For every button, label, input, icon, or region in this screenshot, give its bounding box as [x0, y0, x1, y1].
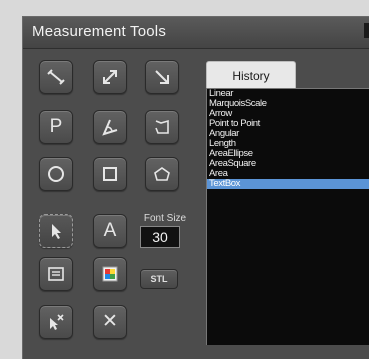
area-square-button[interactable]: [93, 157, 127, 191]
color-picker-button[interactable]: [93, 257, 127, 291]
angular-tool-button[interactable]: [93, 110, 127, 144]
tab-history[interactable]: History: [206, 61, 296, 89]
font-size-input[interactable]: 30: [140, 226, 180, 248]
stl-button[interactable]: STL: [140, 269, 178, 289]
list-item[interactable]: AreaSquare: [207, 159, 369, 169]
select-tool-button[interactable]: [39, 214, 73, 248]
arrow-tool-button[interactable]: [145, 60, 179, 94]
linear-line-icon: [47, 69, 65, 85]
double-arrow-icon: [103, 70, 117, 84]
cursor-arrow-icon: [52, 224, 61, 239]
area-ellipse-button[interactable]: [39, 157, 73, 191]
history-list[interactable]: Linear MarquoisScale Arrow Point to Point An…: [206, 88, 369, 345]
cursor-delete-icon: [50, 314, 64, 330]
arrow-down-right-icon: [155, 70, 169, 84]
font-size-label: Font Size: [143, 213, 187, 224]
text-tool-button[interactable]: A: [93, 214, 127, 248]
history-tab-label: History: [232, 69, 270, 83]
measurement-tools-panel: Measurement Tools P A Font Size 30 STL ✕…: [22, 16, 369, 359]
pentagon-icon: [154, 167, 170, 181]
scale-measure-button[interactable]: [93, 60, 127, 94]
text-tool-label: A: [103, 220, 117, 241]
delete-measurement-button[interactable]: [39, 305, 73, 339]
clear-all-button[interactable]: ✕: [93, 305, 127, 339]
title-bar-control[interactable]: [364, 23, 369, 38]
close-icon: ✕: [102, 311, 118, 332]
title-bar: Measurement Tools: [23, 17, 369, 49]
circle-icon: [48, 166, 64, 182]
point-to-point-button[interactable]: P: [39, 110, 73, 144]
linear-measure-button[interactable]: [39, 60, 73, 94]
textbox-tool-button[interactable]: [39, 257, 73, 291]
color-palette-icon: [102, 266, 118, 282]
length-tool-button[interactable]: [145, 110, 179, 144]
area-polygon-button[interactable]: [145, 157, 179, 191]
textbox-icon: [48, 267, 64, 281]
angle-icon: [102, 119, 118, 136]
list-item[interactable]: TextBox: [207, 179, 369, 189]
panel-title: Measurement Tools: [32, 23, 167, 40]
polyline-length-icon: [155, 119, 169, 134]
point-label: P: [49, 116, 63, 137]
square-icon: [103, 167, 117, 181]
